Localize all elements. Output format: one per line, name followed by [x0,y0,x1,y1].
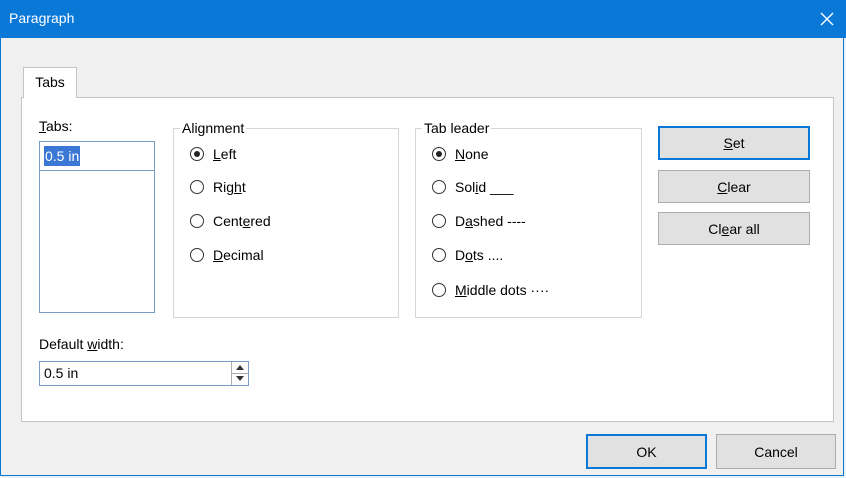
alignment-decimal-radio[interactable]: Decimal [190,245,264,265]
title-bar: Paragraph [0,0,846,38]
alignment-centered-label: Centered [213,213,271,229]
tab-stops-list[interactable]: 0.5 in [39,141,155,313]
radio-icon [432,248,446,262]
alignment-title: Alignment [180,119,247,137]
tab-tabs-label: Tabs [35,74,65,90]
default-width-spinner[interactable]: 0.5 in [39,361,249,386]
leader-solid-label: Solid ___ [455,179,514,195]
alignment-right-label: Right [213,179,246,195]
tabs-panel: Tabs: 0.5 in Alignment Left Right Center… [21,97,834,422]
radio-selected-icon [190,147,204,161]
leader-dots-label: Dots .... [455,247,504,263]
cancel-button[interactable]: Cancel [716,434,836,469]
spin-down-button[interactable] [232,373,248,384]
tabs-list-label: Tabs: [39,118,73,134]
leader-middle-dots-label: Middle dots ···· [455,282,550,298]
arrow-down-icon [236,376,244,381]
radio-icon [432,214,446,228]
arrow-up-icon [236,365,244,370]
leader-solid-radio[interactable]: Solid ___ [432,177,513,197]
alignment-centered-radio[interactable]: Centered [190,211,271,231]
clear-button[interactable]: Clear [658,170,810,203]
tab-leader-title: Tab leader [422,119,492,137]
set-button[interactable]: Set [658,126,810,160]
radio-icon [190,248,204,262]
close-button[interactable] [808,0,846,38]
tab-stop-item[interactable]: 0.5 in [44,146,81,166]
leader-middle-dots-radio[interactable]: Middle dots ···· [432,280,549,300]
list-divider [40,170,154,171]
leader-dashed-label: Dashed ---- [455,213,526,229]
radio-icon [432,180,446,194]
leader-none-radio[interactable]: None [432,144,488,164]
alignment-group: Alignment Left Right Centered Decimal [173,119,399,318]
alignment-decimal-label: Decimal [213,247,264,263]
radio-icon [432,283,446,297]
spinner-buttons [231,362,248,385]
leader-dashed-radio[interactable]: Dashed ---- [432,211,526,231]
clear-all-button[interactable]: Cl e ar all [658,212,810,245]
window-title: Paragraph [9,10,75,26]
close-icon [820,12,834,26]
radio-icon [190,180,204,194]
radio-icon [190,214,204,228]
tab-tabs[interactable]: Tabs [23,67,77,98]
default-width-label: Default width: [39,336,124,352]
alignment-left-radio[interactable]: Left [190,144,236,164]
default-width-value[interactable]: 0.5 in [44,365,78,381]
radio-selected-icon [432,147,446,161]
leader-dots-radio[interactable]: Dots .... [432,245,503,265]
alignment-right-radio[interactable]: Right [190,177,246,197]
ok-button[interactable]: OK [586,434,707,469]
alignment-left-label: Left [213,146,237,162]
tab-leader-group: Tab leader None Solid ___ Dashed ---- Do… [415,119,642,318]
leader-none-label: None [455,146,489,162]
